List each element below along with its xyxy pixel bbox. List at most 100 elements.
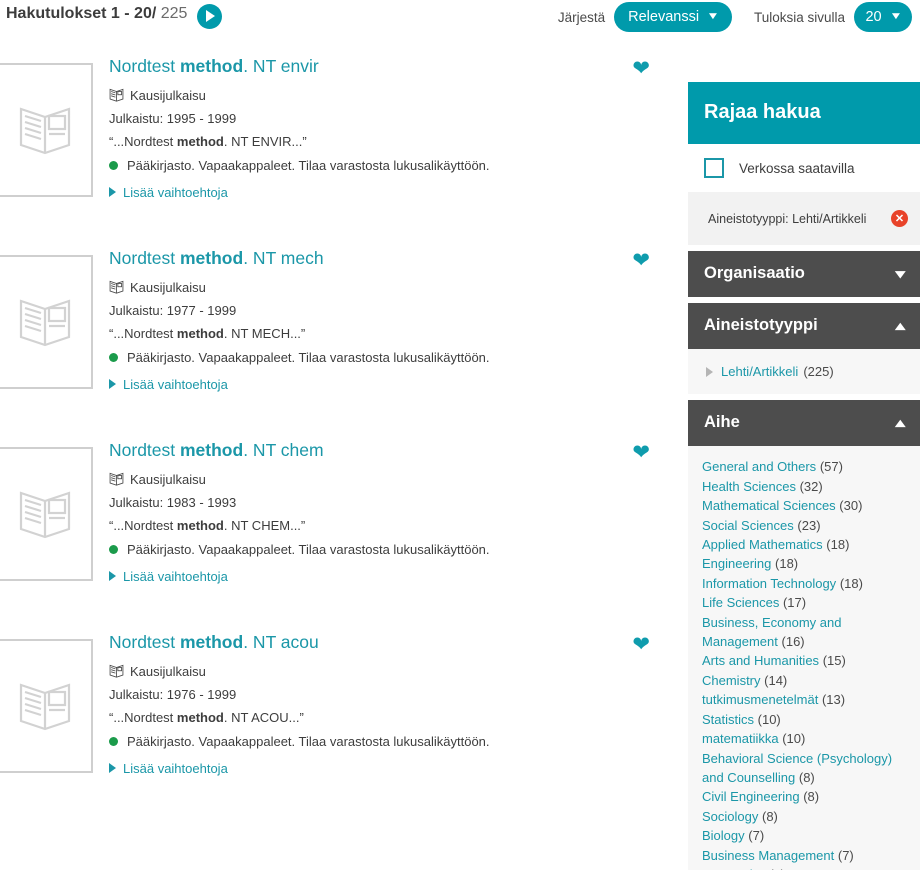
facet-option[interactable]: Life Sciences (17) bbox=[702, 593, 906, 612]
per-page-value: 20 bbox=[865, 9, 882, 25]
facet-option-count: (14) bbox=[764, 672, 788, 688]
checkbox-icon[interactable] bbox=[704, 158, 724, 178]
result-format: Kausijulkaisu bbox=[109, 280, 672, 295]
journal-format-icon bbox=[109, 89, 124, 102]
title-suffix: . NT mech bbox=[243, 248, 324, 268]
more-options-toggle[interactable]: Lisää vaihtoehtoja bbox=[109, 761, 672, 776]
title-prefix: Nordtest bbox=[109, 56, 180, 76]
more-options-toggle[interactable]: Lisää vaihtoehtoja bbox=[109, 185, 672, 200]
title-prefix: Nordtest bbox=[109, 440, 180, 460]
facet-option[interactable]: Business, Economy and Management (16) bbox=[702, 613, 906, 652]
facet-option[interactable]: Engineering (18) bbox=[702, 554, 906, 573]
facet-option[interactable]: Behavioral Science (Psychology) and Coun… bbox=[702, 749, 906, 788]
per-page-dropdown[interactable]: 20 ▼ bbox=[854, 2, 912, 32]
results-total: 225 bbox=[160, 5, 188, 22]
snippet-prefix: “...Nordtest bbox=[109, 517, 177, 533]
result-published: Julkaistu: 1983 - 1993 bbox=[109, 494, 237, 510]
facet-option[interactable]: Health Sciences (32) bbox=[702, 477, 906, 496]
more-options-toggle[interactable]: Lisää vaihtoehtoja bbox=[109, 377, 672, 392]
facet-option[interactable]: Biology (7) bbox=[702, 826, 906, 845]
result-format: Kausijulkaisu bbox=[109, 88, 672, 103]
facet-option[interactable]: Information Technology (18) bbox=[702, 574, 906, 593]
facet-option[interactable]: Economics (7) bbox=[702, 865, 906, 870]
facet-option-label: Health Sciences bbox=[702, 478, 796, 494]
availability-text: Pääkirjasto. Vapaakappaleet. Tilaa varas… bbox=[127, 541, 490, 557]
title-highlight: method bbox=[180, 248, 244, 268]
facet-option[interactable]: Civil Engineering (8) bbox=[702, 787, 906, 806]
active-filter-label: Aineistotyyppi: Lehti/Artikkeli bbox=[708, 211, 867, 226]
facet-option-label: Social Sciences bbox=[702, 517, 794, 533]
result-title-link[interactable]: Nordtest method. NT acou bbox=[109, 632, 319, 654]
facet-option-count: (18) bbox=[775, 556, 799, 572]
more-options-toggle[interactable]: Lisää vaihtoehtoja bbox=[109, 569, 672, 584]
facet-header-aineistotyyppi[interactable]: Aineistotyyppi ▴ bbox=[688, 303, 920, 349]
results-list: Nordtest method. NT envir Kausijulkaisu … bbox=[0, 52, 672, 820]
sort-dropdown[interactable]: Relevanssi ▼ bbox=[614, 2, 732, 32]
facet-option-count: (225) bbox=[803, 364, 834, 379]
facet-title: Aihe bbox=[704, 413, 740, 432]
result-title-link[interactable]: Nordtest method. NT envir bbox=[109, 56, 319, 78]
facet-title: Organisaatio bbox=[704, 264, 805, 282]
facet-option-count: (57) bbox=[819, 459, 843, 475]
triangle-right-icon bbox=[109, 763, 116, 774]
facet-option[interactable]: tutkimusmenetelmät (13) bbox=[702, 690, 906, 709]
title-suffix: . NT chem bbox=[243, 440, 324, 460]
facet-option-count: (16) bbox=[781, 634, 805, 650]
facet-option-label: Applied Mathematics bbox=[702, 537, 823, 553]
chevron-down-icon: ▼ bbox=[706, 11, 720, 22]
facet-option[interactable]: Statistics (10) bbox=[702, 710, 906, 729]
result-availability: Pääkirjasto. Vapaakappaleet. Tilaa varas… bbox=[109, 158, 672, 173]
search-results-page: Hakutulokset 1 - 20/ 225 Järjestä Releva… bbox=[0, 0, 920, 870]
triangle-right-icon bbox=[109, 379, 116, 390]
facet-header-aihe[interactable]: Aihe ▴ bbox=[688, 400, 920, 447]
more-options-label: Lisää vaihtoehtoja bbox=[123, 184, 228, 200]
result-snippet: “...Nordtest method. NT CHEM...” bbox=[109, 518, 672, 533]
result-published: Julkaistu: 1977 - 1999 bbox=[109, 302, 237, 318]
result-availability: Pääkirjasto. Vapaakappaleet. Tilaa varas… bbox=[109, 350, 672, 365]
result-format-label: Kausijulkaisu bbox=[130, 279, 206, 295]
title-prefix: Nordtest bbox=[109, 632, 180, 652]
availability-text: Pääkirjasto. Vapaakappaleet. Tilaa varas… bbox=[127, 157, 490, 173]
result-format-label: Kausijulkaisu bbox=[130, 471, 206, 487]
facet-option-lehti-artikkeli[interactable]: Lehti/Artikkeli (225) bbox=[702, 359, 906, 384]
result-availability: Pääkirjasto. Vapaakappaleet. Tilaa varas… bbox=[109, 734, 672, 749]
facet-option[interactable]: Arts and Humanities (15) bbox=[702, 651, 906, 670]
result-info: Nordtest method. NT envir Kausijulkaisu … bbox=[93, 52, 672, 200]
facet-option-label: matematiikka bbox=[702, 731, 779, 747]
chevron-down-icon: ▾ bbox=[895, 266, 906, 281]
facet-option[interactable]: Sociology (8) bbox=[702, 807, 906, 826]
active-filter-chip: Aineistotyyppi: Lehti/Artikkeli ✕ bbox=[688, 192, 920, 245]
result-title-link[interactable]: Nordtest method. NT mech bbox=[109, 248, 324, 270]
snippet-prefix: “...Nordtest bbox=[109, 133, 177, 149]
heart-icon[interactable]: ❤ bbox=[632, 442, 650, 463]
facet-option-count: (10) bbox=[782, 731, 806, 747]
heart-icon[interactable]: ❤ bbox=[632, 634, 650, 655]
facet-option-count: (23) bbox=[797, 517, 821, 533]
journal-format-icon bbox=[109, 473, 124, 486]
facet-option[interactable]: Social Sciences (23) bbox=[702, 516, 906, 535]
play-icon[interactable] bbox=[197, 4, 222, 29]
online-available-checkbox-row[interactable]: Verkossa saatavilla bbox=[688, 144, 920, 192]
result-title-link[interactable]: Nordtest method. NT chem bbox=[109, 440, 324, 462]
heart-icon[interactable]: ❤ bbox=[632, 250, 650, 271]
facet-option[interactable]: Mathematical Sciences (30) bbox=[702, 496, 906, 515]
facet-option-count: (13) bbox=[821, 692, 846, 708]
facet-option-count: (7) bbox=[837, 847, 854, 863]
result-availability: Pääkirjasto. Vapaakappaleet. Tilaa varas… bbox=[109, 542, 672, 557]
facet-option[interactable]: matematiikka (10) bbox=[702, 729, 906, 748]
snippet-suffix: . NT ENVIR...” bbox=[223, 133, 307, 149]
heart-icon[interactable]: ❤ bbox=[632, 58, 650, 79]
facet-option-count: (8) bbox=[798, 769, 815, 785]
facet-option[interactable]: Business Management (7) bbox=[702, 846, 906, 865]
facet-option-count: (17) bbox=[782, 595, 807, 611]
result-format: Kausijulkaisu bbox=[109, 472, 672, 487]
facet-option[interactable]: General and Others (57) bbox=[702, 457, 906, 476]
triangle-right-icon bbox=[109, 571, 116, 582]
facet-option[interactable]: Applied Mathematics (18) bbox=[702, 535, 906, 554]
facet-header-organisaatio[interactable]: Organisaatio ▾ bbox=[688, 251, 920, 297]
facet-option-count: (10) bbox=[757, 711, 781, 727]
chevron-up-icon: ▴ bbox=[895, 318, 906, 333]
facet-option[interactable]: Chemistry (14) bbox=[702, 671, 906, 690]
result-published: Julkaistu: 1995 - 1999 bbox=[109, 110, 237, 126]
remove-filter-icon[interactable]: ✕ bbox=[891, 210, 908, 227]
